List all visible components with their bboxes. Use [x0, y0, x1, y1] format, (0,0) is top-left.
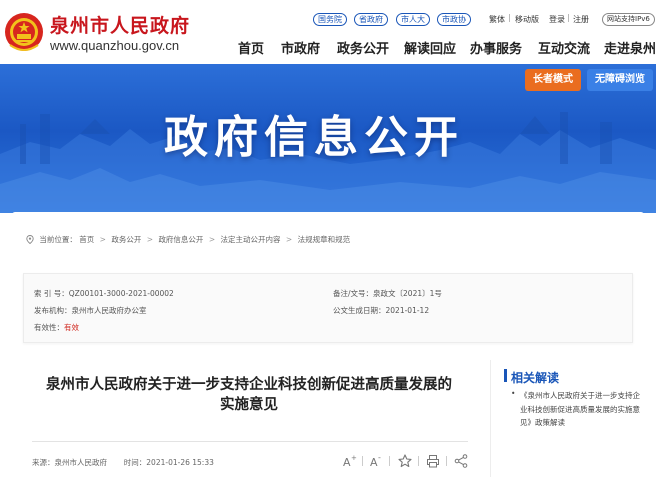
index-number-label: 索 引 号： — [34, 289, 69, 298]
divider: | — [567, 13, 570, 22]
favorite-star-icon[interactable] — [397, 453, 413, 469]
validity-row: 有效性：有效 — [34, 322, 79, 333]
location-pin-icon — [26, 235, 34, 244]
breadcrumb-separator: > — [208, 235, 216, 244]
document-number-value: 泉政文〔2021〕1号 — [373, 289, 442, 298]
font-increase-icon[interactable]: A + — [341, 453, 357, 469]
breadcrumb-separator: > — [146, 235, 154, 244]
breadcrumb-home[interactable]: 首页 — [79, 234, 94, 245]
validity-value: 有效 — [64, 323, 79, 332]
generation-date-value: 2021-01-12 — [385, 306, 430, 315]
time-value: 2021-01-26 15:33 — [146, 458, 214, 467]
nav-city-government[interactable]: 市政府 — [281, 38, 320, 57]
tool-divider — [418, 456, 419, 466]
ipv6-badge: 网站支持IPv6 — [602, 13, 655, 26]
generation-date-row: 公文生成日期：2021-01-12 — [333, 305, 429, 316]
font-decrease-icon[interactable]: A - — [368, 453, 384, 469]
document-metadata-box: 索 引 号：QZ00101-3000-2021-00002 发布机构：泉州市人民… — [23, 273, 633, 343]
breadcrumb-separator: > — [99, 235, 106, 244]
validity-label: 有效性： — [34, 323, 64, 332]
mobile-version-link[interactable]: 移动版 — [515, 14, 539, 25]
share-icon[interactable] — [453, 453, 469, 469]
document-number-row: 备注/文号：泉政文〔2021〕1号 — [333, 288, 442, 299]
index-number-value: QZ00101-3000-2021-00002 — [68, 289, 174, 298]
banner-title: 政府信息公开 — [0, 101, 656, 165]
index-number-row: 索 引 号：QZ00101-3000-2021-00002 — [34, 288, 174, 299]
breadcrumb-regulations[interactable]: 法规规章和规范 — [298, 234, 351, 245]
time-label: 时间： — [123, 458, 147, 467]
banner-title-text: 政府信息公开 — [164, 112, 464, 163]
page-banner: 政府信息公开 长者模式 无障碍浏览 — [0, 64, 656, 213]
issuer-value: 泉州市人民政府办公室 — [71, 306, 147, 315]
svg-text:A: A — [343, 456, 351, 469]
list-bullet: • — [511, 389, 516, 398]
site-url: www.quanzhou.gov.cn — [50, 38, 180, 53]
print-icon[interactable] — [425, 453, 441, 469]
link-city-cppcc[interactable]: 市政协 — [437, 13, 471, 26]
source-value: 泉州市人民政府 — [54, 458, 108, 467]
nav-home[interactable]: 首页 — [238, 38, 264, 57]
source-info: 来源：泉州市人民政府 时间：2021-01-26 15:33 — [32, 457, 214, 468]
issuer-label: 发布机构： — [34, 306, 72, 315]
link-provincial-gov[interactable]: 省政府 — [354, 13, 388, 26]
document-number-label: 备注/文号： — [333, 289, 374, 298]
nav-about-quanzhou[interactable]: 走进泉州 — [604, 38, 656, 57]
breadcrumb-info-disclosure[interactable]: 政府信息公开 — [158, 234, 203, 245]
breadcrumb-statutory-content[interactable]: 法定主动公开内容 — [221, 234, 281, 245]
link-city-npc[interactable]: 市人大 — [396, 13, 430, 26]
register-link[interactable]: 注册 — [573, 14, 589, 25]
site-header: 泉州市人民政府 www.quanzhou.gov.cn 国务院 省政府 市人大 … — [0, 0, 656, 64]
issuer-row: 发布机构：泉州市人民政府办公室 — [34, 305, 147, 316]
login-link[interactable]: 登录 — [549, 14, 565, 25]
breadcrumb-label: 当前位置： — [39, 235, 77, 244]
document-title: 泉州市人民政府关于进一步支持企业科技创新促进高质量发展的 实施意见 — [26, 375, 472, 415]
svg-text:A: A — [370, 456, 378, 469]
nav-interpretation[interactable]: 解读回应 — [404, 38, 456, 57]
document-title-line1: 泉州市人民政府关于进一步支持企业科技创新促进高质量发展的 — [46, 377, 452, 393]
svg-text:+: + — [351, 454, 357, 462]
breadcrumb: 当前位置： 首页 > 政务公开 > 政府信息公开 > 法定主动公开内容 > 法规… — [26, 234, 350, 246]
title-divider — [32, 441, 468, 442]
link-state-council[interactable]: 国务院 — [313, 13, 347, 26]
accessible-browse-button[interactable]: 无障碍浏览 — [587, 69, 653, 91]
elder-mode-button[interactable]: 长者模式 — [525, 69, 581, 91]
svg-text:-: - — [378, 453, 381, 462]
generation-date-label: 公文生成日期： — [333, 306, 386, 315]
nav-gov-affairs[interactable]: 政务公开 — [337, 38, 389, 57]
content-card: 当前位置： 首页 > 政务公开 > 政府信息公开 > 法定主动公开内容 > 法规… — [12, 212, 644, 477]
source-label: 来源： — [32, 458, 55, 467]
document-title-line2: 实施意见 — [220, 397, 278, 413]
top-utility-bar: 国务院 省政府 市人大 市政协 繁体 | 移动版 登录 | 注册 网站支持IPv… — [0, 13, 656, 27]
divider: | — [508, 13, 511, 22]
related-interpretation-link[interactable]: 《泉州市人民政府关于进一步支持企业科技创新促进高质量发展的实施意见》政策解读 — [520, 389, 640, 430]
sidebar-divider — [490, 360, 491, 477]
related-interpretation-heading: 相关解读 — [511, 371, 560, 385]
nav-interaction[interactable]: 互动交流 — [538, 38, 590, 57]
tool-divider — [362, 456, 363, 466]
breadcrumb-separator: > — [285, 235, 293, 244]
tool-divider — [389, 456, 390, 466]
sidebar-accent-bar — [504, 369, 507, 382]
breadcrumb-gov-affairs[interactable]: 政务公开 — [111, 234, 141, 245]
traditional-chinese-link[interactable]: 繁体 — [489, 14, 505, 25]
nav-services[interactable]: 办事服务 — [470, 38, 522, 57]
tool-divider — [446, 456, 447, 466]
